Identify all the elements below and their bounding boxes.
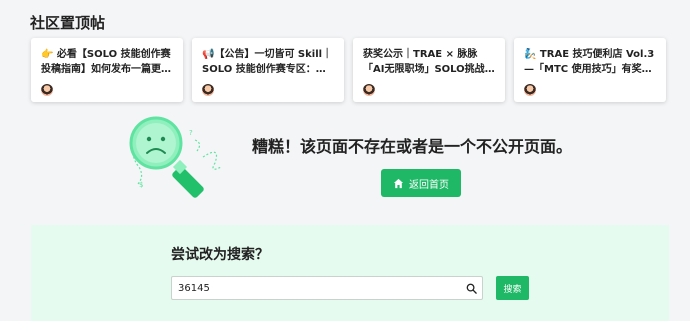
back-home-label: 返回首页 bbox=[409, 179, 449, 191]
search-icon[interactable] bbox=[460, 277, 482, 299]
pinned-post-card[interactable]: 👉 必看【SOLO 技能创作赛投稿指南】如何发布一篇更容易获奖的作品 bbox=[31, 38, 183, 102]
pinned-post-title[interactable]: 👉 必看【SOLO 技能创作赛投稿指南】如何发布一篇更容易获奖的作品 bbox=[41, 47, 174, 77]
pinned-post-title[interactable]: 📢【公告】一切皆可 Skill｜SOLO 技能创作赛专区：规则与奖励 bbox=[202, 47, 335, 77]
pinned-post-title[interactable]: 获奖公示｜TRAE × 脉脉「AI无限职场」SOLO挑战赛圆满收官 bbox=[363, 47, 496, 77]
pinned-post-card[interactable]: 获奖公示｜TRAE × 脉脉「AI无限职场」SOLO挑战赛圆满收官 bbox=[353, 38, 505, 102]
search-box bbox=[171, 276, 483, 300]
not-found-message: 糟糕！该页面不存在或者是一个不公开页面。 bbox=[252, 137, 573, 156]
author-avatar[interactable] bbox=[363, 84, 375, 96]
search-input[interactable] bbox=[172, 277, 460, 299]
sad-magnifier-illustration: ? $ bbox=[129, 116, 222, 198]
svg-text:?: ? bbox=[189, 129, 193, 137]
pinned-post-title[interactable]: 🧞 TRAE 技巧便利店 Vol.3 —「MTC 使用技巧」有奖征集 bbox=[524, 47, 657, 77]
author-avatar[interactable] bbox=[41, 84, 53, 96]
pinned-post-card[interactable]: 🧞 TRAE 技巧便利店 Vol.3 —「MTC 使用技巧」有奖征集 bbox=[514, 38, 666, 102]
pinned-posts: 👉 必看【SOLO 技能创作赛投稿指南】如何发布一篇更容易获奖的作品 📢【公告】… bbox=[31, 38, 666, 102]
pinned-post-card[interactable]: 📢【公告】一切皆可 Skill｜SOLO 技能创作赛专区：规则与奖励 bbox=[192, 38, 344, 102]
author-avatar[interactable] bbox=[524, 84, 536, 96]
search-suggestion-panel: 尝试改为搜索？ 搜索 bbox=[31, 225, 669, 321]
search-suggestion-title: 尝试改为搜索？ bbox=[171, 247, 269, 263]
back-home-button[interactable]: 返回首页 bbox=[381, 169, 461, 197]
home-icon bbox=[393, 178, 404, 188]
pinned-section-title: 社区置顶帖 bbox=[30, 14, 106, 32]
svg-text:$: $ bbox=[139, 181, 143, 189]
author-avatar[interactable] bbox=[202, 84, 214, 96]
search-button[interactable]: 搜索 bbox=[496, 276, 529, 300]
